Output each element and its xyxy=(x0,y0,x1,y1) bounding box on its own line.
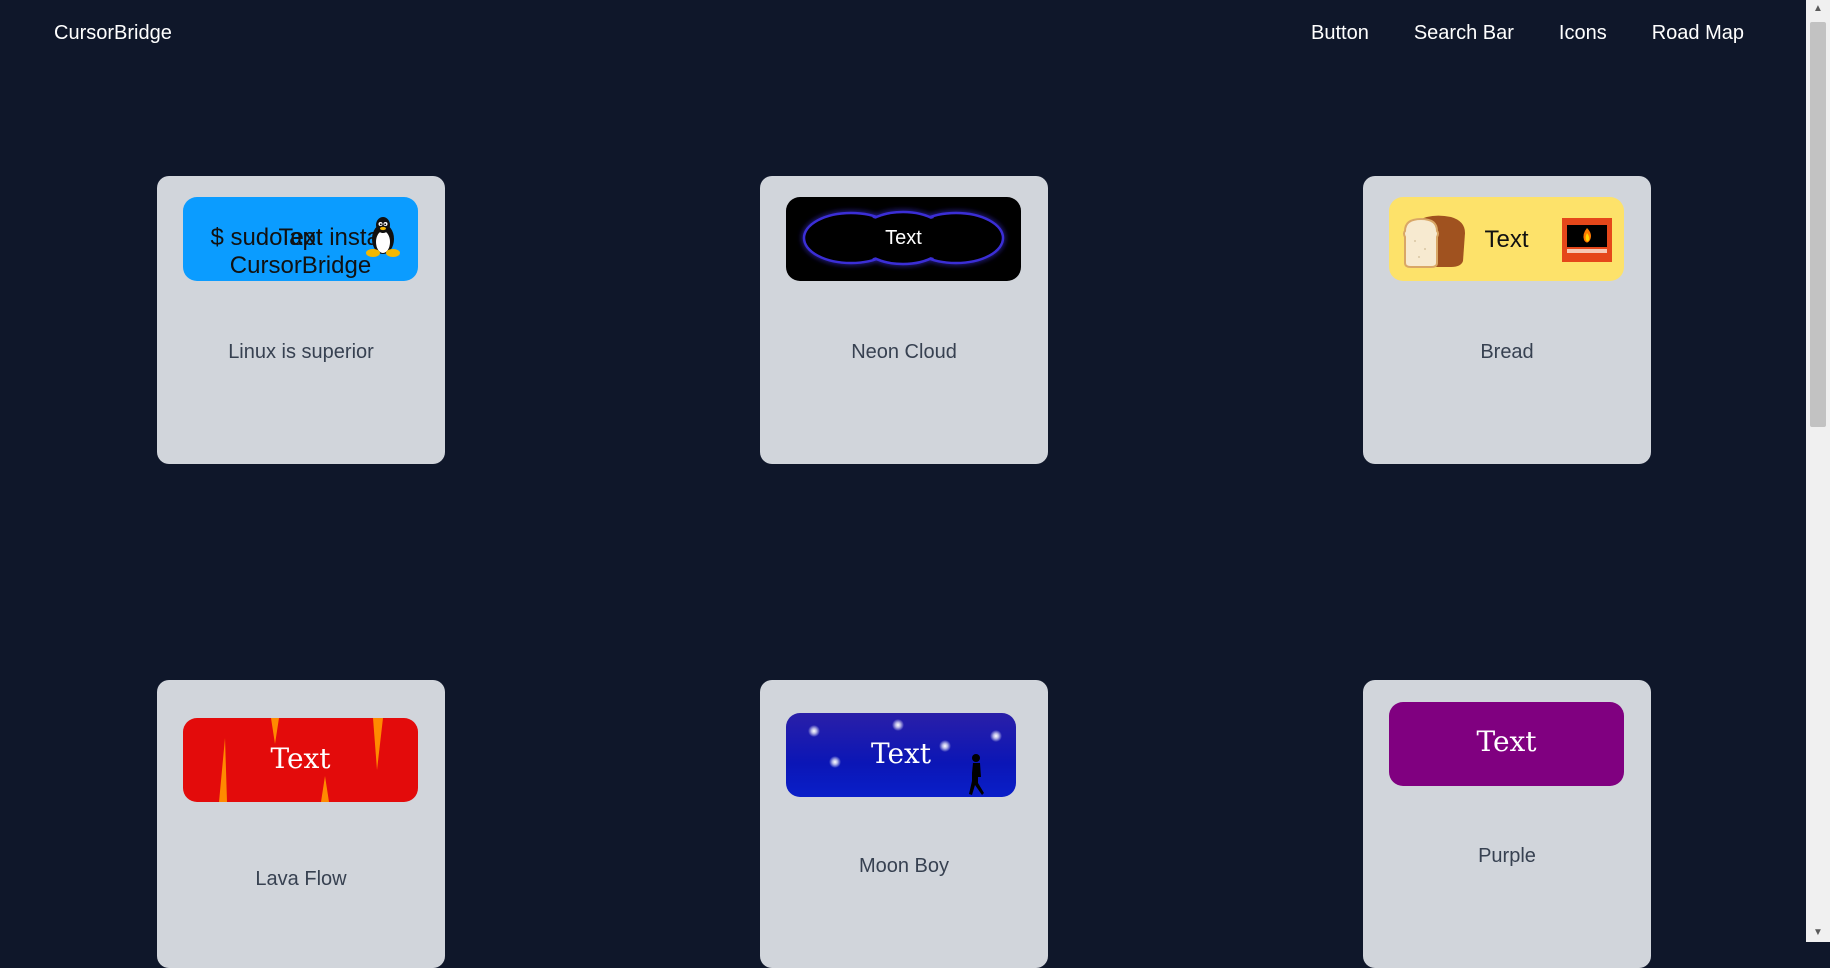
toaster-fire-icon xyxy=(1562,218,1612,262)
vertical-scrollbar[interactable]: ▲ ▼ xyxy=(1806,0,1830,942)
nav-link-search-bar[interactable]: Search Bar xyxy=(1414,22,1514,45)
tux-penguin-icon xyxy=(366,217,400,257)
lava-flow-demo-button[interactable]: Text xyxy=(183,718,418,802)
nav-link-road-map[interactable]: Road Map xyxy=(1652,22,1744,45)
button-text: Text xyxy=(885,227,922,249)
card-moon-boy: Text Moon Boy xyxy=(760,680,1048,968)
card-label: Moon Boy xyxy=(858,855,950,877)
neon-cloud-demo-button[interactable]: Text xyxy=(786,197,1021,281)
button-text: Text xyxy=(270,742,331,775)
card-label: Purple xyxy=(1478,845,1536,867)
linux-demo-button[interactable]: $ sudo apt install CursorBridge Text xyxy=(183,197,418,281)
top-navbar: CursorBridge Button Search Bar Icons Roa… xyxy=(0,0,1806,70)
brand-logo-link[interactable]: CursorBridge xyxy=(54,22,172,45)
card-label: Linux is superior xyxy=(228,341,374,363)
card-label: Neon Cloud xyxy=(851,341,957,363)
purple-demo-button[interactable]: Text xyxy=(1389,702,1624,786)
moon-boy-demo-button[interactable]: Text xyxy=(786,713,1016,797)
nav-links: Button Search Bar Icons Road Map xyxy=(1311,22,1744,45)
card-purple: Text Purple xyxy=(1363,680,1651,968)
card-linux: $ sudo apt install CursorBridge Text Lin… xyxy=(157,176,445,464)
scroll-up-arrow-icon[interactable]: ▲ xyxy=(1806,0,1830,18)
nav-link-icons[interactable]: Icons xyxy=(1559,22,1607,45)
scroll-down-arrow-icon[interactable]: ▼ xyxy=(1806,924,1830,942)
card-lava-flow: Text Lava Flow xyxy=(157,680,445,968)
card-label: Bread xyxy=(1480,341,1534,363)
walking-boy-silhouette-icon xyxy=(969,754,984,795)
bread-demo-button[interactable]: Text xyxy=(1389,197,1624,281)
scrollbar-thumb[interactable] xyxy=(1810,22,1826,427)
nav-link-button[interactable]: Button xyxy=(1311,22,1369,45)
card-neon-cloud: Text Neon Cloud xyxy=(760,176,1048,464)
card-bread: Text Bread xyxy=(1363,176,1651,464)
button-text: Text xyxy=(1476,725,1537,758)
card-label: Lava Flow xyxy=(255,868,347,890)
